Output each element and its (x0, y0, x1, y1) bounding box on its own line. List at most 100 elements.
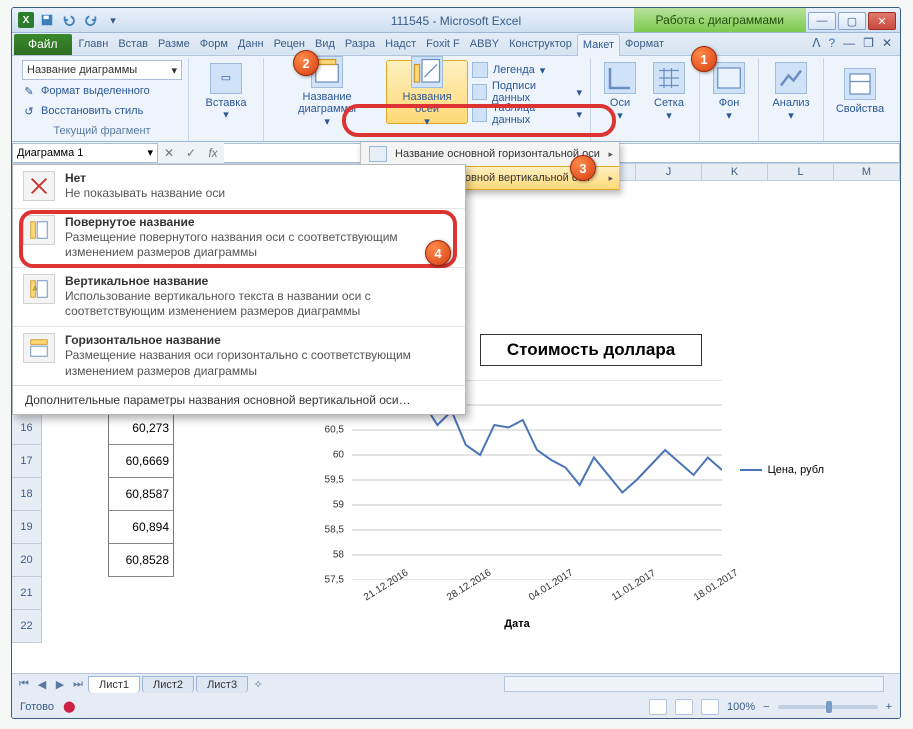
vertical-axis-title-options-menu: Нет Не показывать название оси Повернуто… (12, 164, 466, 415)
sheet-insert-icon[interactable]: ✧ (250, 677, 266, 693)
tab-home[interactable]: Главн (74, 34, 114, 55)
sheet-nav-prev[interactable]: ◀ (34, 677, 50, 693)
sheet-nav-next[interactable]: ▶ (52, 677, 68, 693)
workbook-minimize-icon[interactable]: — (843, 36, 855, 50)
axes-button[interactable]: Оси ▾ (597, 60, 643, 124)
tab-abbyy[interactable]: ABBY (465, 34, 504, 55)
help-icon[interactable]: ? (828, 36, 835, 50)
zoom-out-button[interactable]: − (763, 701, 769, 713)
row-header[interactable]: 16 (12, 412, 42, 445)
fx-icon[interactable]: fx (202, 146, 224, 160)
content-area: ABCDEFGHIJKLM 91011121314151617181920212… (12, 164, 900, 673)
chevron-down-icon: ▾ (147, 146, 153, 159)
chart-legend[interactable]: Цена, рубл (740, 464, 824, 476)
data-labels-icon (472, 84, 487, 100)
sheet-tab-2[interactable]: Лист2 (142, 676, 194, 693)
cell[interactable]: 60,6669 (108, 445, 174, 478)
workbook-close-icon[interactable]: ✕ (882, 36, 892, 50)
axis-title-horizontal[interactable]: Горизонтальное название Размещение назва… (13, 326, 465, 385)
tab-insert[interactable]: Встав (113, 34, 153, 55)
tab-view[interactable]: Вид (310, 34, 340, 55)
cell[interactable]: 60,894 (108, 511, 174, 544)
reset-style-icon: ↺ (22, 104, 36, 118)
row-header[interactable]: 20 (12, 544, 42, 577)
zoom-slider[interactable] (778, 705, 878, 709)
data-labels-button[interactable]: Подписи данных ▾ (470, 82, 584, 102)
background-button[interactable]: Фон ▾ (706, 60, 752, 124)
group-title-selection: Текущий фрагмент (22, 125, 182, 139)
column-header[interactable]: M (834, 164, 900, 180)
zoom-level[interactable]: 100% (727, 701, 755, 713)
tab-chart-layout[interactable]: Макет (577, 34, 620, 56)
analysis-button[interactable]: Анализ ▾ (765, 60, 817, 124)
workbook-restore-icon[interactable]: ❐ (863, 36, 874, 50)
ribbon-minimize-icon[interactable]: ᐱ (812, 36, 820, 50)
x-axis-ticks: 21.12.201628.12.201604.01.201711.01.2017… (352, 586, 722, 622)
data-table-button[interactable]: Таблица данных ▾ (470, 104, 584, 124)
gridlines-button[interactable]: Сетка ▾ (645, 60, 693, 124)
insert-shapes-button[interactable]: ▭ Вставка ▾ (195, 60, 257, 124)
axis-title-none[interactable]: Нет Не показывать название оси (13, 165, 465, 208)
row-header[interactable]: 22 (12, 610, 42, 643)
chart-title[interactable]: Стоимость доллара (480, 334, 702, 366)
sheet-tab-3[interactable]: Лист3 (196, 676, 248, 693)
enter-formula-icon[interactable]: ✓ (180, 146, 202, 160)
properties-button[interactable]: Свойства (830, 60, 890, 124)
row-header[interactable]: 17 (12, 445, 42, 478)
reset-style-button[interactable]: ↺ Восстановить стиль (22, 102, 182, 120)
tab-chart-design[interactable]: Конструктор (504, 34, 577, 55)
window-close-button[interactable]: ✕ (868, 12, 896, 30)
window-minimize-button[interactable]: — (808, 12, 836, 30)
name-box[interactable]: Диаграмма 1▾ (12, 143, 158, 163)
sheet-nav-last[interactable]: ⏭ (70, 677, 86, 693)
window-maximize-button[interactable]: ▢ (838, 12, 866, 30)
macro-record-icon[interactable]: ⬤ (63, 701, 75, 713)
format-selection-button[interactable]: ✎ Формат выделенного (22, 82, 182, 100)
qa-customize-icon[interactable]: ▾ (104, 11, 122, 29)
row-header[interactable]: 19 (12, 511, 42, 544)
title-bar: X ▾ 111545 - Microsoft Excel Работа с ди… (12, 8, 900, 33)
tab-foxit[interactable]: Foxit F (421, 34, 465, 55)
horizontal-scrollbar[interactable] (504, 676, 884, 692)
ribbon-tabs: Файл Главн Встав Разме Форм Данн Рецен В… (12, 33, 900, 56)
tab-file[interactable]: Файл (14, 34, 72, 55)
axis-title-more-options[interactable]: Дополнительные параметры названия основн… (13, 385, 465, 414)
axis-title-vertical[interactable]: A Вертикальное название Использование ве… (13, 267, 465, 326)
view-normal-button[interactable] (649, 699, 667, 715)
row-header[interactable]: 18 (12, 478, 42, 511)
qa-redo-icon[interactable] (82, 11, 100, 29)
tab-formulas[interactable]: Форм (195, 34, 233, 55)
column-header[interactable]: L (768, 164, 834, 180)
axis-title-rotated[interactable]: Повернутое название Размещение повернуто… (13, 208, 465, 267)
cell[interactable]: 60,273 (108, 412, 174, 445)
sheet-nav-first[interactable]: ⏮ (16, 677, 32, 693)
axis-titles-button[interactable]: Названия осей ▾ (386, 60, 468, 124)
cell[interactable]: 60,8587 (108, 478, 174, 511)
tab-addins[interactable]: Надст (380, 34, 421, 55)
column-header[interactable]: K (702, 164, 768, 180)
qa-undo-icon[interactable] (60, 11, 78, 29)
chart-elements-dropdown[interactable]: Название диаграммы▾ (22, 60, 182, 80)
status-bar: Готово ⬤ 100% − + (12, 695, 900, 718)
cancel-formula-icon[interactable]: ✕ (158, 146, 180, 160)
tab-chart-format[interactable]: Формат (620, 34, 669, 55)
tab-data[interactable]: Данн (233, 34, 269, 55)
callout-2: 2 (293, 50, 319, 76)
tab-pagelayout[interactable]: Разме (153, 34, 195, 55)
column-header[interactable]: J (636, 164, 702, 180)
chevron-right-icon: ▸ (608, 149, 613, 160)
row-header[interactable]: 21 (12, 577, 42, 610)
zoom-in-button[interactable]: + (886, 701, 892, 713)
view-page-break-button[interactable] (701, 699, 719, 715)
group-insert: ▭ Вставка ▾ (188, 58, 263, 141)
legend-button[interactable]: Легенда ▾ (470, 60, 584, 80)
tab-developer[interactable]: Разра (340, 34, 380, 55)
qa-save-icon[interactable] (38, 11, 56, 29)
cell[interactable]: 60,8528 (108, 544, 174, 577)
view-page-layout-button[interactable] (675, 699, 693, 715)
format-selection-icon: ✎ (22, 84, 36, 98)
chart-title-button[interactable]: Название диаграммы ▾ (270, 60, 384, 124)
horizontal-title-icon (23, 333, 55, 363)
background-icon (713, 62, 745, 94)
sheet-tab-1[interactable]: Лист1 (88, 676, 140, 693)
